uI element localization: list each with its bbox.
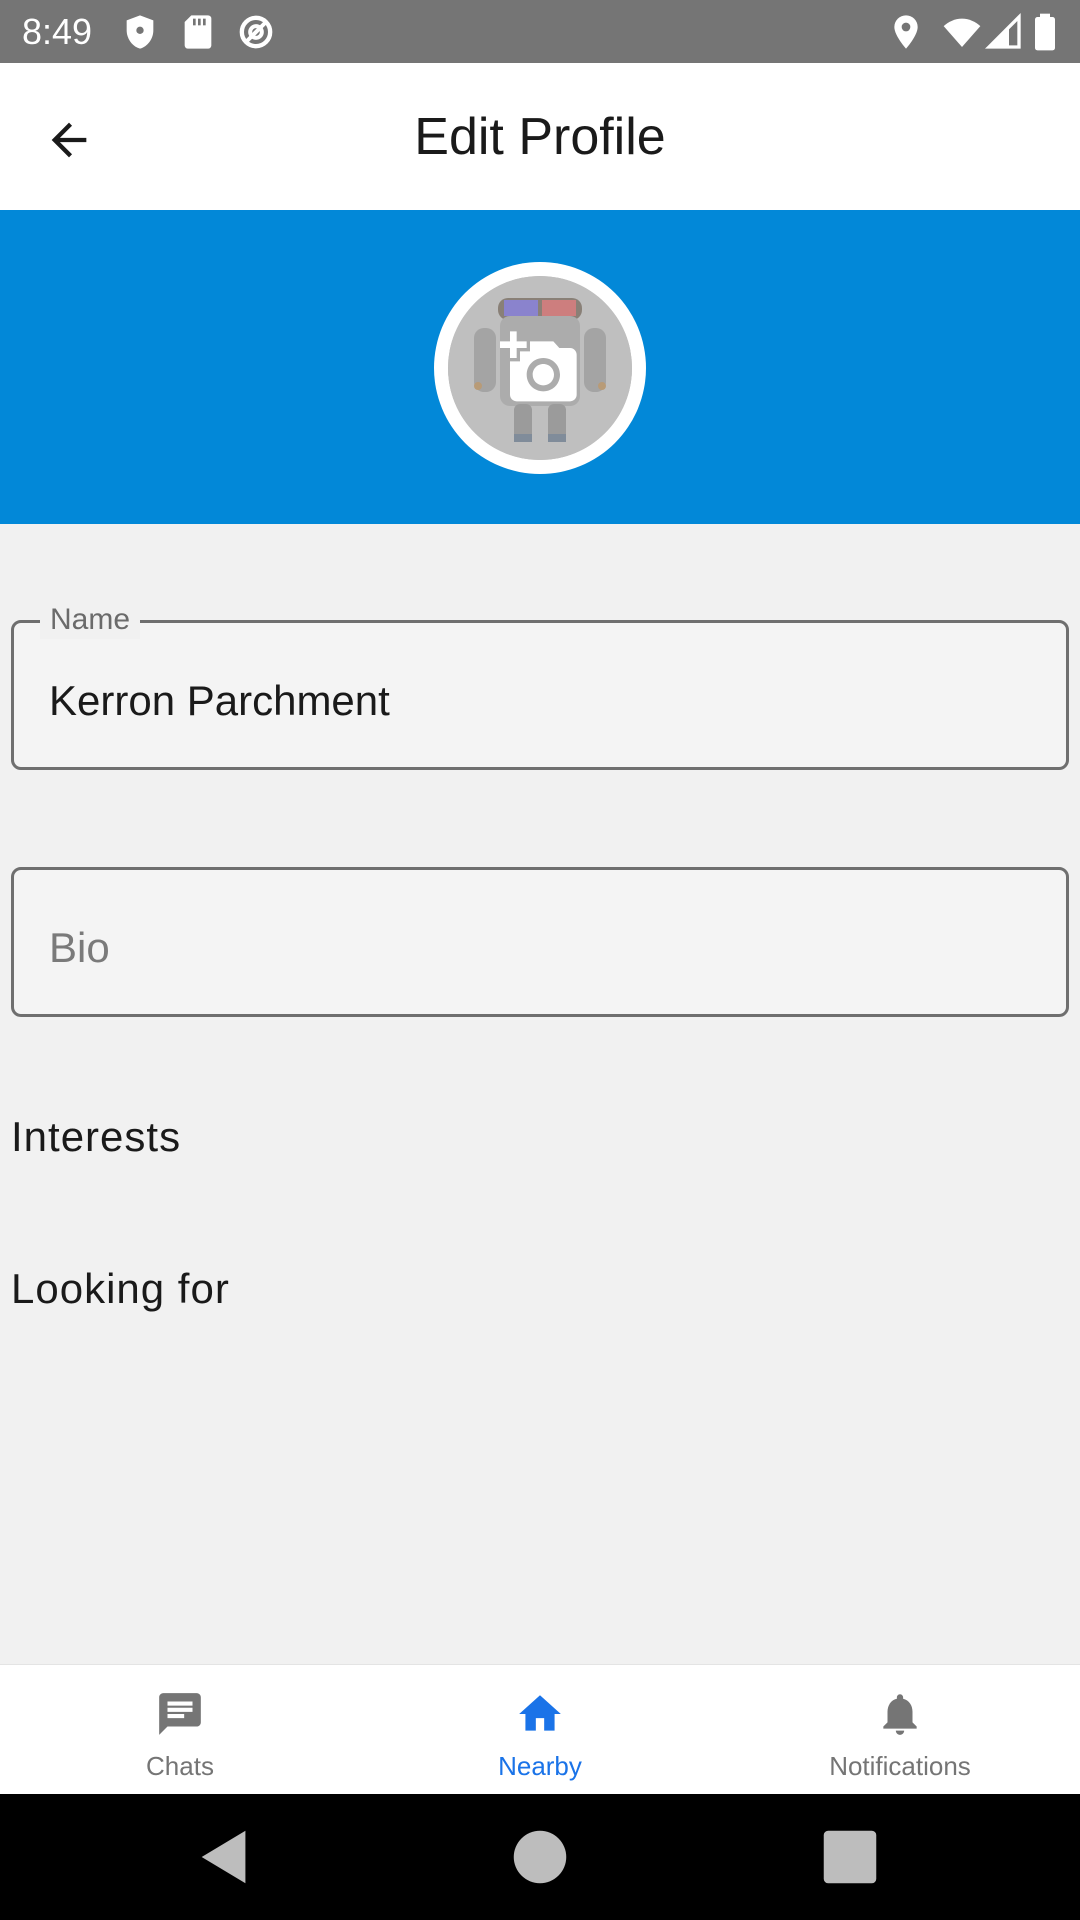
looking-for-label: Looking for [11,1265,230,1312]
bell-icon [875,1689,925,1739]
status-time: 8:49 [22,11,93,52]
avatar-picker[interactable] [434,262,646,474]
bio-field[interactable]: Bio [11,867,1069,1017]
wifi-icon [942,12,982,52]
nav-label-nearby: Nearby [498,1751,582,1781]
nav-item-notifications[interactable]: Notifications [720,1665,1080,1795]
interests-label: Interests [11,1113,182,1160]
back-triangle-icon[interactable] [190,1822,260,1892]
nav-item-chats[interactable]: Chats [0,1665,360,1795]
home-icon [515,1689,565,1739]
app-bar: Edit Profile [0,63,1080,210]
add-a-photo-icon [500,331,577,402]
shield-icon [120,12,160,52]
location-icon [886,12,926,52]
avatar [448,276,632,460]
bottom-navigation: Chats Nearby Notifications [0,1664,1080,1795]
home-circle-icon[interactable] [505,1822,575,1892]
name-field-label: Name [40,601,141,639]
system-navigation-bar [0,1794,1080,1920]
sync-icon [236,12,276,52]
signal-icon [984,12,1024,52]
nav-label-notifications: Notifications [829,1751,971,1781]
page-title: Edit Profile [414,108,666,166]
battery-icon [1030,12,1060,52]
sd-card-icon [178,12,218,52]
nav-label-chats: Chats [146,1751,214,1781]
status-bar: 8:49 [0,0,1080,63]
nav-item-nearby[interactable]: Nearby [360,1665,720,1795]
bio-field-placeholder: Bio [49,924,110,971]
recents-square-icon[interactable] [815,1822,885,1892]
profile-header [0,210,1080,524]
name-field[interactable]: Name Kerron Parchment [11,601,1069,770]
name-field-value: Kerron Parchment [49,677,390,724]
chat-icon [155,1689,205,1739]
